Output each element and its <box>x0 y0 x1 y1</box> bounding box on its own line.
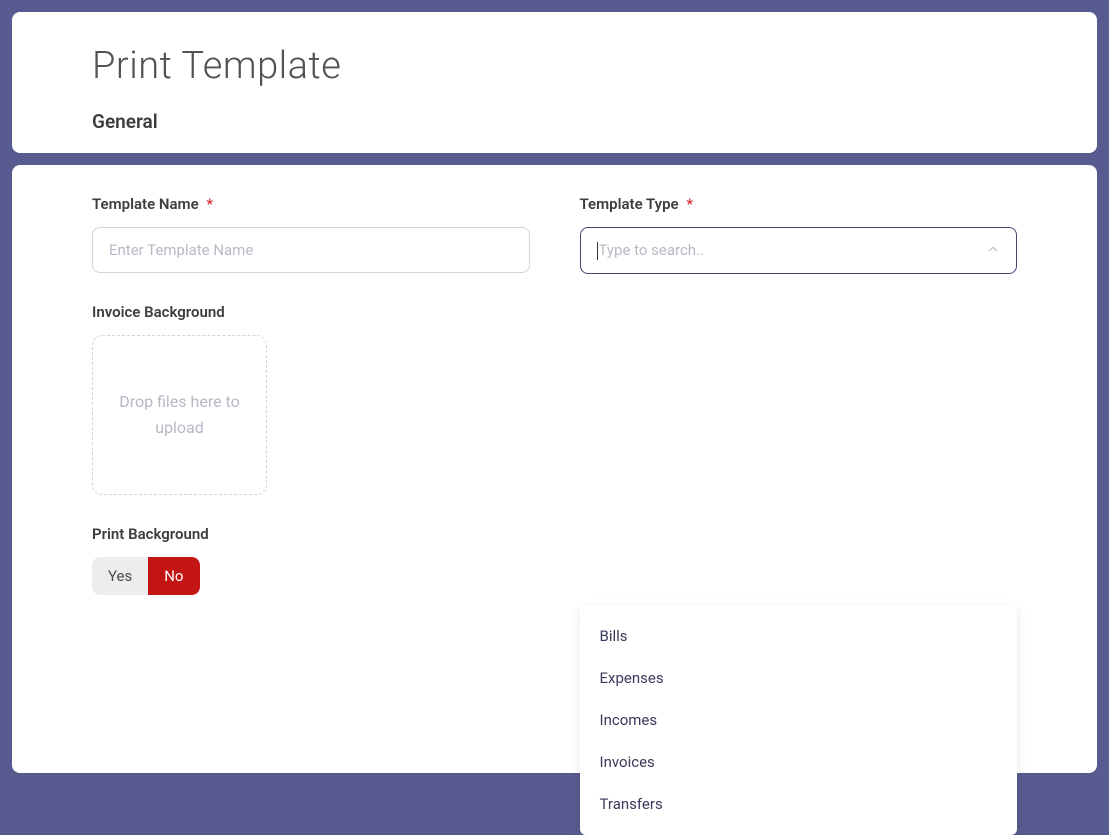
toggle-no-button[interactable]: No <box>148 557 199 595</box>
chevron-up-icon <box>986 242 1000 260</box>
dropzone-text: Drop files here to upload <box>113 389 246 440</box>
required-mark: * <box>686 195 693 213</box>
invoice-background-dropzone[interactable]: Drop files here to upload <box>92 335 267 495</box>
header-card: Print Template General <box>12 12 1097 153</box>
dropdown-item-transfers[interactable]: Transfers <box>580 783 1018 825</box>
form-row: Template Name * Invoice Background Drop … <box>92 195 1017 595</box>
select-content: Type to search.. <box>597 241 704 260</box>
page-title: Print Template <box>92 44 1017 88</box>
template-type-select[interactable]: Type to search.. <box>580 227 1018 274</box>
toggle-yes-button[interactable]: Yes <box>92 557 148 595</box>
invoice-background-label: Invoice Background <box>92 303 530 321</box>
template-type-column: Template Type * Type to search.. Bills E… <box>580 195 1018 595</box>
dropdown-item-expenses[interactable]: Expenses <box>580 657 1018 699</box>
label-text: Template Name <box>92 195 199 213</box>
template-name-input[interactable] <box>92 227 530 273</box>
section-title: General <box>92 110 1017 133</box>
print-background-label: Print Background <box>92 525 530 543</box>
template-name-label: Template Name * <box>92 195 530 213</box>
template-name-column: Template Name * Invoice Background Drop … <box>92 195 530 595</box>
dropdown-item-incomes[interactable]: Incomes <box>580 699 1018 741</box>
dropdown-item-bills[interactable]: Bills <box>580 615 1018 657</box>
form-card: Template Name * Invoice Background Drop … <box>12 165 1097 773</box>
required-mark: * <box>206 195 213 213</box>
dropdown-item-invoices[interactable]: Invoices <box>580 741 1018 783</box>
label-text: Template Type <box>580 195 679 213</box>
select-placeholder: Type to search.. <box>599 241 704 259</box>
text-cursor <box>597 242 598 260</box>
print-background-group: Print Background Yes No <box>92 525 530 595</box>
print-background-toggle: Yes No <box>92 557 200 595</box>
invoice-background-group: Invoice Background Drop files here to up… <box>92 303 530 495</box>
template-type-label: Template Type * <box>580 195 1018 213</box>
template-type-dropdown: Bills Expenses Incomes Invoices Transfer… <box>580 605 1018 835</box>
